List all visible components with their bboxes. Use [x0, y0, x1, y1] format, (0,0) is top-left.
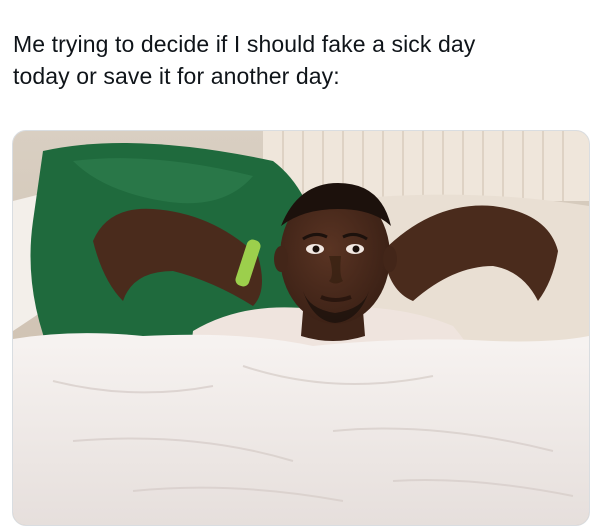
caption-line-1: Me trying to decide if I should fake a s… — [13, 31, 476, 57]
meme-post: Me trying to decide if I should fake a s… — [0, 0, 600, 532]
meme-photo[interactable] — [12, 130, 590, 526]
caption-line-2: today or save it for another day: — [13, 63, 340, 89]
man-lying-in-bed-icon — [13, 131, 589, 525]
post-caption: Me trying to decide if I should fake a s… — [13, 28, 588, 92]
white-blanket — [13, 333, 589, 525]
